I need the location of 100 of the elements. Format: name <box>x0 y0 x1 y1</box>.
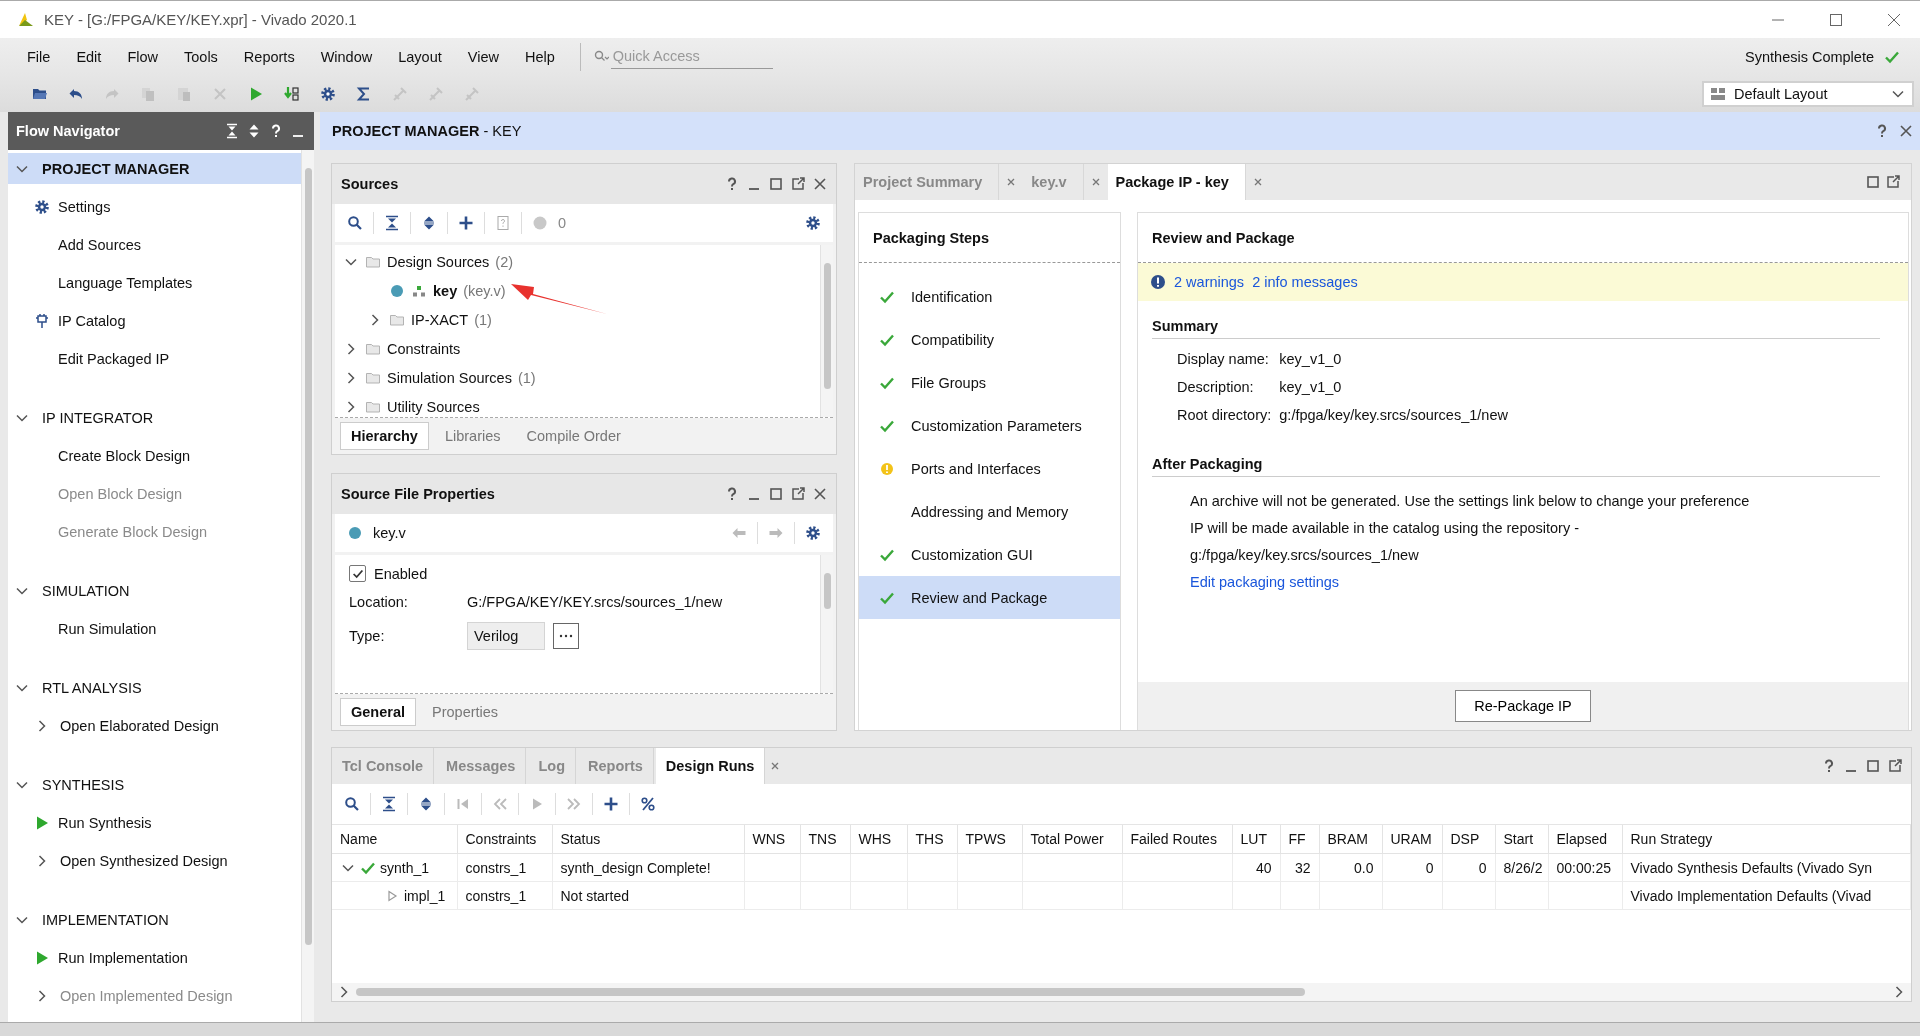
collapse-all-icon[interactable] <box>381 796 397 812</box>
expand-all-icon[interactable] <box>421 215 437 231</box>
close-icon[interactable] <box>1898 123 1914 139</box>
float-icon[interactable] <box>790 176 806 192</box>
quick-access-field[interactable]: Quick Access <box>610 44 773 69</box>
column-header[interactable]: FF <box>1280 825 1319 854</box>
menu-item[interactable]: Flow <box>114 48 171 65</box>
step-item[interactable]: Customization GUI <box>859 533 1120 576</box>
percent-icon[interactable] <box>640 796 656 812</box>
settings-icon[interactable] <box>805 525 821 541</box>
column-header[interactable]: BRAM <box>1319 825 1382 854</box>
menu-item[interactable]: Help <box>511 48 568 65</box>
tab[interactable]: Libraries <box>434 423 511 449</box>
nav-item[interactable]: Run Implementation <box>58 950 188 966</box>
maximize-icon[interactable] <box>768 176 784 192</box>
add-icon[interactable] <box>603 796 619 812</box>
checkbox[interactable] <box>349 565 366 582</box>
float-icon[interactable] <box>790 486 806 502</box>
float-icon[interactable] <box>1887 758 1903 774</box>
step-item[interactable]: Addressing and Memory <box>859 490 1120 533</box>
tab[interactable]: General <box>340 698 416 726</box>
column-header[interactable]: LUT <box>1232 825 1280 854</box>
close-icon[interactable] <box>812 176 828 192</box>
nav-section-header[interactable]: SYNTHESIS <box>8 769 301 800</box>
type-field[interactable]: Verilog <box>467 622 545 650</box>
nav-item[interactable]: Create Block Design <box>58 448 191 464</box>
tab[interactable]: Hierarchy <box>340 422 429 450</box>
search-icon[interactable] <box>347 215 363 231</box>
info-link[interactable]: 2 info messages <box>1252 274 1358 290</box>
run-name[interactable]: impl_1 <box>404 887 446 904</box>
menu-item[interactable]: File <box>14 48 64 65</box>
collapse-all-icon[interactable] <box>224 123 240 139</box>
settings-icon[interactable] <box>320 85 336 102</box>
warnings-link[interactable]: 2 warnings <box>1174 274 1245 290</box>
bitstream-icon[interactable] <box>284 85 300 102</box>
nav-item[interactable]: Open Elaborated Design <box>60 718 219 734</box>
menu-item[interactable]: Tools <box>171 48 231 65</box>
nav-item[interactable]: IP Catalog <box>58 313 126 329</box>
expand-all-icon[interactable] <box>418 796 434 812</box>
column-header[interactable]: Constraints <box>457 825 552 854</box>
nav-item[interactable]: Run Synthesis <box>58 815 152 831</box>
tree-item[interactable]: Simulation Sources <box>387 369 512 386</box>
nav-item[interactable]: Open Synthesized Design <box>60 853 228 869</box>
column-header[interactable]: TPWS <box>957 825 1022 854</box>
nav-section-header[interactable]: SIMULATION <box>8 575 301 606</box>
scrollbar[interactable] <box>301 150 314 1022</box>
step-item[interactable]: Compatibility <box>859 318 1120 361</box>
tab[interactable]: Package IP - key <box>1107 164 1246 200</box>
tab[interactable]: Design Runs <box>655 748 766 784</box>
step-item[interactable]: Customization Parameters <box>859 404 1120 447</box>
tab[interactable]: Compile Order <box>516 423 631 449</box>
column-header[interactable]: Run Strategy <box>1622 825 1911 854</box>
tree-item[interactable]: Utility Sources <box>387 398 480 415</box>
repackage-button[interactable]: Re-Package IP <box>1455 690 1591 722</box>
maximize-icon[interactable] <box>768 486 784 502</box>
collapse-all-icon[interactable] <box>384 215 400 231</box>
run-name[interactable]: synth_1 <box>380 859 430 876</box>
settings-icon[interactable] <box>805 215 821 231</box>
column-header[interactable]: Status <box>552 825 744 854</box>
float-icon[interactable] <box>1885 174 1901 190</box>
nav-section-header[interactable]: IMPLEMENTATION <box>8 904 301 935</box>
maximize-icon[interactable] <box>1828 11 1844 28</box>
column-header[interactable]: WHS <box>850 825 907 854</box>
maximize-icon[interactable] <box>1865 758 1881 774</box>
sigma-icon[interactable] <box>356 85 372 102</box>
step-item[interactable]: Review and Package <box>859 576 1120 619</box>
close-icon[interactable] <box>1886 11 1902 28</box>
step-item[interactable]: Ports and Interfaces <box>859 447 1120 490</box>
tree-item[interactable]: IP-XACT <box>411 311 469 328</box>
column-header[interactable]: TNS <box>800 825 850 854</box>
step-item[interactable]: Identification <box>859 275 1120 318</box>
add-icon[interactable] <box>458 215 474 231</box>
menu-item[interactable]: Window <box>307 48 386 65</box>
menu-item[interactable]: Layout <box>385 48 455 65</box>
maximize-icon[interactable] <box>1865 174 1881 190</box>
column-header[interactable]: Total Power <box>1022 825 1122 854</box>
column-header[interactable]: Elapsed <box>1548 825 1622 854</box>
close-icon[interactable] <box>812 486 828 502</box>
scrollbar[interactable] <box>820 555 833 693</box>
nav-section-header[interactable]: IP INTEGRATOR <box>8 402 301 433</box>
nav-item[interactable]: Edit Packaged IP <box>58 351 170 367</box>
layout-dropdown[interactable]: Default Layout <box>1702 80 1914 107</box>
nav-item[interactable]: Language Templates <box>58 275 193 291</box>
tree-item[interactable]: key <box>433 282 458 299</box>
tab[interactable]: Properties <box>422 699 509 725</box>
more-button[interactable] <box>553 623 579 649</box>
column-header[interactable]: URAM <box>1382 825 1442 854</box>
column-header[interactable]: Start <box>1495 825 1548 854</box>
column-header[interactable]: DSP <box>1442 825 1495 854</box>
scrollbar[interactable] <box>820 245 833 417</box>
nav-section-header[interactable]: PROJECT MANAGER <box>8 153 301 184</box>
nav-item[interactable]: Settings <box>58 199 111 215</box>
nav-section-header[interactable]: RTL ANALYSIS <box>8 672 301 703</box>
column-header[interactable]: Failed Routes <box>1122 825 1232 854</box>
column-header[interactable]: Name <box>332 825 457 854</box>
menu-item[interactable]: View <box>454 48 512 65</box>
column-header[interactable]: WNS <box>744 825 800 854</box>
settings-link[interactable]: Edit packaging settings <box>1190 574 1842 590</box>
nav-item[interactable]: Run Simulation <box>58 621 157 637</box>
step-item[interactable]: File Groups <box>859 361 1120 404</box>
